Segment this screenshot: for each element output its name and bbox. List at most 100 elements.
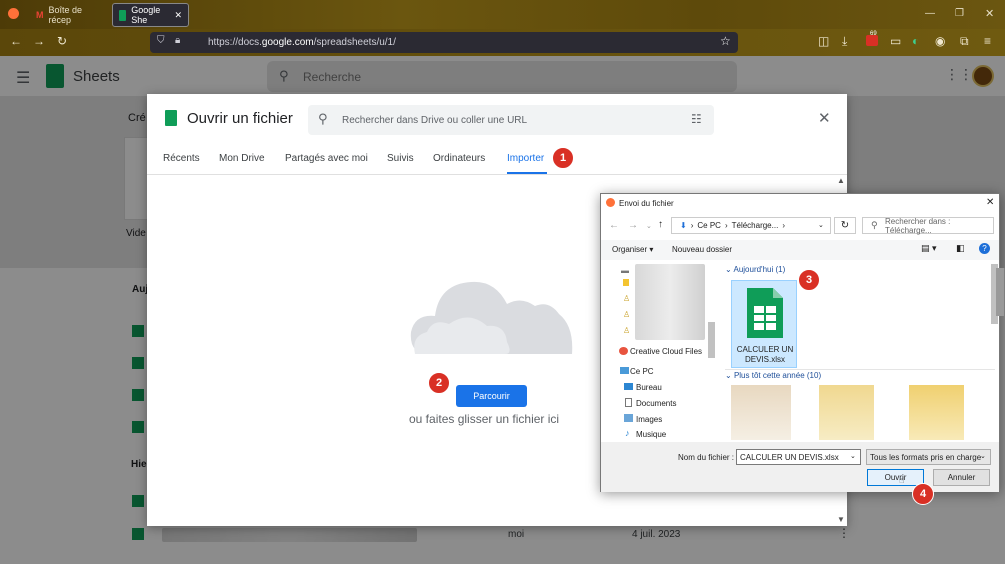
tab-my-drive[interactable]: Mon Drive bbox=[219, 153, 265, 164]
close-icon[interactable]: ✕ bbox=[986, 197, 994, 208]
group-header-today[interactable]: ⌄ Aujourd'hui (1) bbox=[725, 265, 785, 274]
filename-input[interactable]: CALCULER UN DEVIS.xlsx ⌄ bbox=[736, 449, 861, 465]
close-tab-icon[interactable]: ✕ bbox=[174, 10, 182, 21]
back-icon[interactable]: ← bbox=[609, 220, 619, 231]
search-options-icon[interactable]: ☷ bbox=[691, 112, 702, 126]
group-earlier-label: Plus tôt cette année (10) bbox=[733, 371, 822, 380]
step-marker-3: 3 bbox=[798, 269, 820, 291]
preview-pane-icon[interactable]: ◧ bbox=[956, 243, 965, 254]
forward-icon[interactable]: → bbox=[33, 34, 45, 48]
tab-gmail[interactable]: M Boîte de récep bbox=[30, 3, 108, 27]
extension-icon[interactable]: ▭ bbox=[890, 34, 901, 48]
nav-this-pc[interactable]: Ce PC bbox=[630, 367, 654, 376]
organize-label: Organiser bbox=[612, 245, 648, 254]
breadcrumb-this-pc[interactable]: Ce PC bbox=[697, 221, 721, 230]
breadcrumb-downloads[interactable]: Télécharge... bbox=[732, 221, 779, 230]
tab-recent[interactable]: Récents bbox=[163, 153, 200, 164]
nav-desktop[interactable]: Bureau bbox=[636, 383, 662, 392]
forward-icon[interactable]: → bbox=[628, 220, 638, 231]
file-thumb-blurred[interactable] bbox=[909, 385, 964, 440]
drag-drop-hint: ou faites glisser un fichier ici bbox=[409, 412, 560, 426]
step-marker-1: 1 bbox=[552, 147, 574, 169]
url-bar[interactable]: https://docs. google.com/spreadsheets/u/1… bbox=[150, 32, 738, 53]
filename-value: CALCULER UN DEVIS.xlsx bbox=[740, 452, 839, 462]
firefox-icon bbox=[606, 198, 615, 207]
search-icon: ⚲ bbox=[318, 111, 328, 126]
sheets-logo-icon bbox=[165, 110, 177, 126]
mouse-cursor-icon: ☝ bbox=[899, 475, 905, 485]
breadcrumb-sep: › bbox=[782, 221, 785, 230]
tab-google-sheets[interactable]: Google She ✕ bbox=[112, 3, 189, 27]
url-path: /spreadsheets/u/1/ bbox=[313, 37, 396, 48]
bookmark-star-icon[interactable]: ☆ bbox=[720, 34, 731, 48]
scroll-up-icon[interactable]: ▲ bbox=[837, 176, 845, 185]
tab-label: Google She bbox=[131, 5, 161, 25]
nav-scrollbar[interactable] bbox=[708, 322, 715, 358]
page-scrollbar[interactable] bbox=[996, 268, 1004, 316]
close-icon[interactable]: ✕ bbox=[818, 109, 831, 127]
view-options-icon[interactable]: ▤ ▾ bbox=[921, 243, 937, 254]
tab-starred[interactable]: Suivis bbox=[387, 153, 414, 164]
pocket-icon[interactable]: ◫ bbox=[818, 34, 829, 48]
firefox-icon[interactable] bbox=[8, 8, 19, 19]
scroll-down-icon[interactable]: ▼ bbox=[837, 515, 845, 524]
nav-items-blurred bbox=[635, 264, 705, 340]
extension-green-icon[interactable]: ◐ bbox=[912, 34, 919, 48]
drive-search-input[interactable]: ⚲ Rechercher dans Drive ou coller une UR… bbox=[308, 105, 714, 135]
navigation-pane: ▬ ♙ ♙ ♙ Creative Cloud Files Ce PC Burea… bbox=[601, 262, 717, 440]
group-header-earlier[interactable]: ⌄ Plus tôt cette année (10) bbox=[725, 371, 821, 380]
file-item-selected[interactable]: CALCULER UN DEVIS.xlsx bbox=[731, 280, 797, 368]
refresh-icon: ↻ bbox=[840, 220, 850, 231]
breadcrumb-sep: › bbox=[690, 221, 694, 230]
tab-shared-with-me[interactable]: Partagés avec moi bbox=[285, 153, 368, 164]
file-thumb-blurred[interactable] bbox=[731, 385, 791, 440]
minimize-icon[interactable]: — bbox=[925, 8, 935, 19]
documents-icon bbox=[625, 398, 632, 407]
nav-music[interactable]: Musique bbox=[636, 430, 666, 439]
tab-upload[interactable]: Importer bbox=[507, 153, 544, 164]
nav-documents[interactable]: Documents bbox=[636, 399, 676, 408]
recent-locations-icon[interactable]: ⌄ bbox=[646, 222, 652, 230]
download-icon[interactable]: ⤓ bbox=[842, 34, 847, 49]
nav-pictures[interactable]: Images bbox=[636, 415, 662, 424]
extension-mask-icon[interactable]: ◉ bbox=[935, 34, 945, 48]
pc-icon bbox=[620, 367, 629, 374]
browse-button[interactable]: Parcourir bbox=[456, 385, 527, 407]
tab-computers[interactable]: Ordinateurs bbox=[433, 153, 485, 164]
excel-file-icon bbox=[747, 288, 783, 338]
filetype-dropdown-icon: ⌄ bbox=[980, 453, 986, 460]
folder-search-input[interactable]: ⚲ Rechercher dans : Télécharge... bbox=[862, 217, 994, 235]
help-icon[interactable]: ? bbox=[979, 243, 990, 254]
file-upload-dialog: Envoi du fichier ✕ ← → ⌄ ↑ ⬇ › Ce PC › T… bbox=[600, 193, 1000, 492]
extensions-puzzle-icon[interactable]: ⧉ bbox=[960, 34, 969, 49]
close-window-icon[interactable]: ✕ bbox=[985, 7, 994, 20]
file-thumb-blurred[interactable] bbox=[819, 385, 874, 440]
nav-creative-cloud[interactable]: Creative Cloud Files bbox=[630, 347, 702, 356]
cancel-button[interactable]: Annuler bbox=[933, 469, 990, 486]
path-dropdown-icon[interactable]: ⌄ bbox=[818, 221, 824, 229]
files-pane: ⌄ Aujourd'hui (1) CALCULER UN DEVIS.xlsx… bbox=[719, 262, 999, 440]
back-icon[interactable]: ← bbox=[10, 34, 22, 48]
restore-icon[interactable]: ❐ bbox=[955, 8, 964, 19]
file-name-label: CALCULER UN DEVIS.xlsx bbox=[736, 345, 794, 364]
filetype-select[interactable]: Tous les formats pris en charge ⌄ bbox=[866, 449, 991, 465]
organize-menu[interactable]: Organiser ▾ bbox=[612, 245, 653, 254]
gmail-icon: M bbox=[36, 10, 44, 20]
shield-icon[interactable]: ⛉ bbox=[157, 35, 165, 46]
user-folder-icon: ♙ bbox=[623, 310, 631, 319]
breadcrumb-sep: › bbox=[724, 221, 728, 230]
address-breadcrumb[interactable]: ⬇ › Ce PC › Télécharge... › bbox=[671, 217, 831, 234]
open-button[interactable]: Ouvrir bbox=[867, 469, 924, 486]
lock-icon[interactable]: 🔒︎ bbox=[175, 35, 180, 46]
dialog-title: Ouvrir un fichier bbox=[187, 110, 293, 127]
new-folder-button[interactable]: Nouveau dossier bbox=[672, 245, 732, 254]
group-today-label: Aujourd'hui (1) bbox=[733, 265, 786, 274]
dialog-title: Envoi du fichier bbox=[619, 199, 674, 208]
filename-dropdown-icon[interactable]: ⌄ bbox=[850, 452, 856, 460]
step-marker-4: 4 bbox=[912, 483, 934, 505]
up-folder-icon[interactable]: ↑ bbox=[658, 219, 663, 230]
reload-icon[interactable]: ↻ bbox=[57, 34, 67, 48]
refresh-button[interactable]: ↻ bbox=[834, 217, 856, 234]
sheets-icon bbox=[119, 9, 127, 21]
menu-icon[interactable]: ≡ bbox=[984, 34, 991, 48]
